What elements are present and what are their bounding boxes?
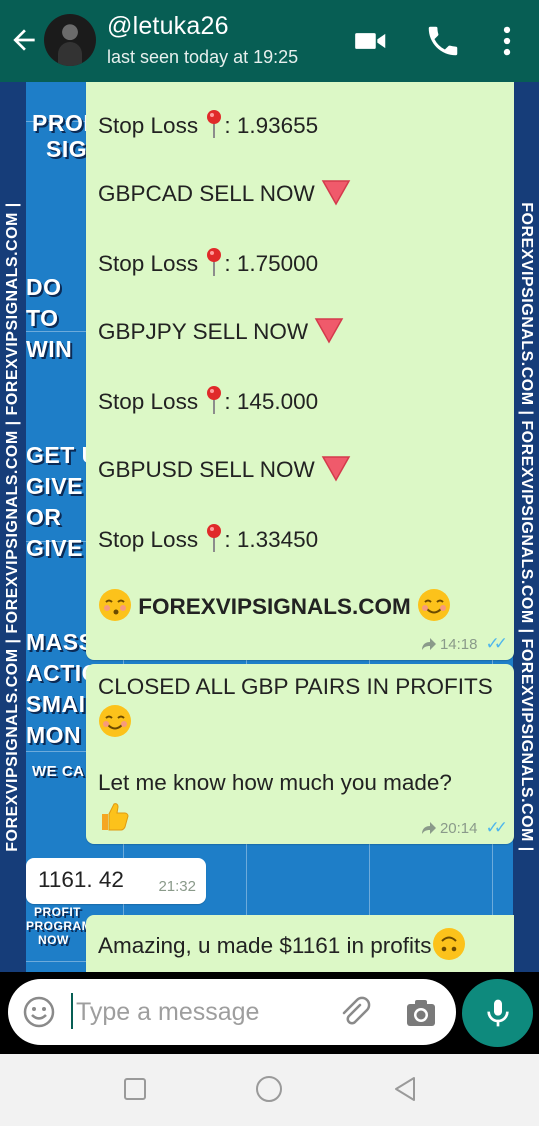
wallpaper-promo-text: GIVE — [26, 535, 83, 561]
upside-down-face-icon — [432, 928, 465, 960]
forwarded-icon — [421, 822, 436, 834]
double-check-icon: ✓✓ — [485, 818, 508, 837]
incoming-message-bubble[interactable]: 1161. 42 21:32 — [26, 858, 206, 904]
forwarded-icon — [421, 638, 436, 650]
smiling-face-icon — [99, 705, 131, 737]
message-input-placeholder[interactable]: Type a message — [76, 998, 259, 1027]
message-line: Stop Loss : 145.000 — [98, 385, 318, 415]
wallpaper-left-banner: FOREXVIPSIGNALS.COM | FOREXVIPSIGNALS.CO… — [0, 82, 26, 972]
message-time: 20:14 — [439, 819, 478, 837]
red-down-triangle-icon — [321, 456, 351, 482]
kiss-face-icon — [99, 589, 131, 621]
avatar[interactable] — [44, 14, 96, 66]
smiling-face-icon — [418, 589, 451, 621]
message-line: GBPCAD SELL NOW — [98, 178, 351, 207]
message-meta: 20:14 ✓✓ — [420, 818, 508, 838]
message-line: Let me know how much you made? — [98, 770, 452, 795]
message-line: Stop Loss : 1.93655 — [98, 109, 318, 139]
pin-icon — [207, 386, 222, 414]
message-time: 21:32 — [158, 878, 196, 895]
wallpaper-promo-text: WIN — [26, 336, 73, 362]
square-nav-icon[interactable] — [120, 1074, 150, 1104]
wallpaper-promo-text: TO — [26, 305, 59, 331]
message-line: Stop Loss : 1.33450 — [98, 523, 318, 553]
wallpaper-promo-text: NOW — [38, 933, 69, 947]
message-time: 14:18 — [439, 635, 478, 653]
thumbs-up-icon — [102, 803, 129, 831]
outgoing-message-bubble[interactable]: Stop Loss : 1.93655 GBPCAD SELL NOW Stop… — [86, 82, 514, 660]
wallpaper-promo-text: WE CA — [32, 763, 85, 780]
text-caret — [71, 993, 73, 1029]
double-check-icon: ✓✓ — [485, 634, 508, 653]
wallpaper-promo-text: OR — [26, 504, 62, 530]
message-line: 1161. 42 — [38, 867, 124, 892]
message-line: GBPJPY SELL NOW — [98, 316, 344, 345]
message-line — [98, 704, 132, 738]
chat-header: @letuka26 last seen today at 19:25 — [0, 0, 539, 82]
more-vert-icon[interactable] — [488, 22, 526, 60]
outgoing-message-bubble[interactable]: Amazing, u made $1161 in profits — [86, 915, 514, 972]
message-meta: 21:32 — [158, 878, 196, 895]
back-arrow-icon[interactable] — [8, 24, 40, 56]
red-down-triangle-icon — [314, 318, 344, 344]
wallpaper-edge-text: FOREXVIPSIGNALS.COM | FOREXVIPSIGNALS.CO… — [4, 202, 21, 852]
pin-icon — [207, 524, 222, 552]
wallpaper-right-banner: FOREXVIPSIGNALS.COM | FOREXVIPSIGNALS.CO… — [513, 82, 539, 972]
red-down-triangle-icon — [321, 180, 351, 206]
message-line: CLOSED ALL GBP PAIRS IN PROFITS — [98, 674, 493, 699]
wallpaper-promo-text: MON — [26, 722, 82, 748]
emoji-icon[interactable] — [22, 995, 56, 1029]
message-line: Stop Loss : 1.75000 — [98, 247, 318, 277]
phone-icon[interactable] — [424, 22, 462, 60]
message-line: GBPUSD SELL NOW — [98, 454, 351, 483]
wallpaper-promo-text: PROGRAM — [26, 919, 93, 933]
wallpaper-promo-text: GIVE — [26, 473, 83, 499]
outgoing-message-bubble[interactable]: CLOSED ALL GBP PAIRS IN PROFITS Let me k… — [86, 664, 514, 844]
video-call-icon[interactable] — [352, 22, 390, 60]
last-seen-status[interactable]: last seen today at 19:25 — [107, 47, 298, 68]
pin-icon — [207, 248, 222, 276]
triangle-nav-icon[interactable] — [390, 1074, 420, 1104]
wallpaper-promo-text: SIG — [46, 136, 88, 162]
attach-icon[interactable] — [338, 996, 372, 1030]
circle-nav-icon[interactable] — [254, 1074, 284, 1104]
pin-icon — [207, 110, 222, 138]
message-line: Amazing, u made $1161 in profits — [98, 927, 466, 961]
message-meta: 14:18 ✓✓ — [420, 634, 508, 654]
contact-name[interactable]: @letuka26 — [107, 12, 229, 41]
mic-icon — [487, 999, 509, 1027]
wallpaper-promo-text: PROFIT — [34, 905, 81, 919]
wallpaper-promo-text: DO — [26, 274, 62, 300]
message-line: FOREXVIPSIGNALS.COM — [98, 588, 451, 622]
wallpaper-edge-text: FOREXVIPSIGNALS.COM | FOREXVIPSIGNALS.CO… — [518, 202, 535, 852]
message-line — [98, 800, 130, 838]
mic-button[interactable] — [462, 979, 533, 1047]
camera-icon[interactable] — [404, 996, 438, 1030]
wallpaper-promo-text: MASS — [26, 629, 95, 655]
wallpaper-promo-text: SMAI — [26, 691, 86, 717]
